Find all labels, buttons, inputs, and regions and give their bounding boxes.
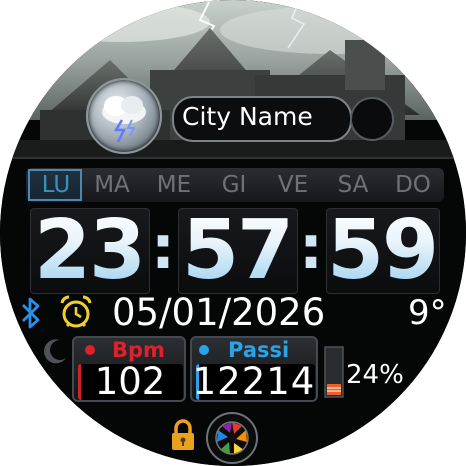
bluetooth-icon [22,297,40,329]
time-seconds: 59 [326,203,439,298]
thunderstorm-icon[interactable] [86,78,162,154]
date-text: 05/01/2026 [112,291,326,334]
camera-shutter-button[interactable] [206,412,258,464]
day-fri: VE [277,172,309,198]
alarm-clock-icon[interactable] [58,294,94,330]
battery-percent: 24% [346,360,404,390]
moon-icon [44,339,66,364]
time-minutes: 57 [178,203,296,299]
heart-dot-icon [85,345,95,355]
thunderstorm-icon-graphic [102,96,146,143]
day-tue: MA [94,172,130,198]
heart-rate-value: 102 [94,360,166,403]
city-name: City Name [182,102,313,131]
steps-value: 12214 [192,360,316,403]
battery-icon [324,346,344,398]
steps-dot-icon [199,345,209,355]
lock-icon[interactable] [170,418,196,452]
day-thu: GI [221,172,247,198]
day-wed: ME [156,172,192,198]
time-hours: 23 [30,203,148,299]
temperature-text: 9° [408,293,447,333]
day-sat: SA [337,172,369,198]
day-sun: DO [395,172,431,198]
active-day-highlight [28,169,82,201]
watch-face: City Name LU MA ME GI VE SA DO 23 : 57 :… [0,0,466,466]
weekday-bar: LU MA ME GI VE SA DO [26,168,444,202]
time-colon-1: : [151,213,175,283]
camera-shutter-icon [215,421,249,455]
round-button[interactable] [350,97,394,141]
time-colon-2: : [299,213,323,283]
